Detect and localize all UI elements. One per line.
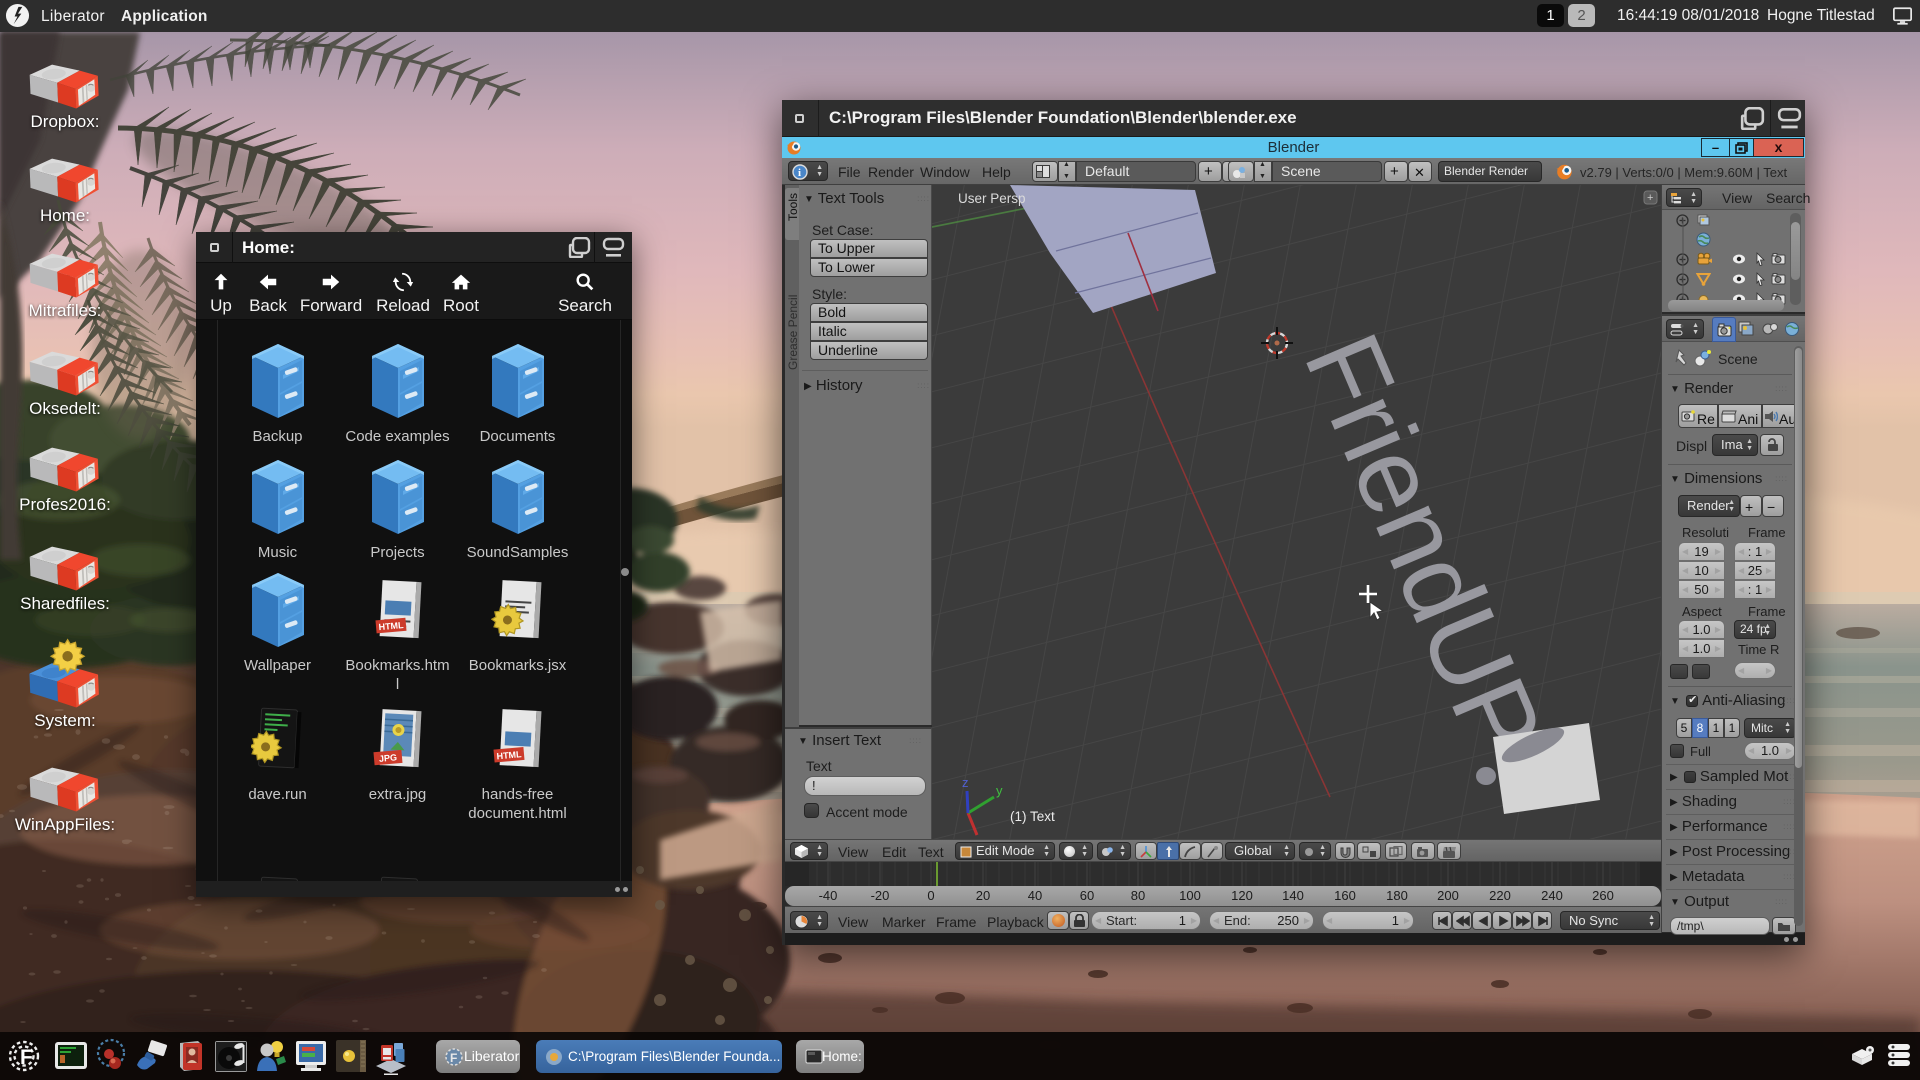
svg-text:y: y (996, 783, 1003, 798)
svg-text:z: z (962, 775, 969, 790)
svg-text:i: i (798, 167, 801, 179)
svg-text:F: F (20, 1046, 33, 1069)
svg-text:User Persp: User Persp (958, 191, 1026, 206)
svg-text:FriendUP: FriendUP (1282, 317, 1566, 773)
svg-text:(1) Text: (1) Text (1010, 809, 1055, 824)
svg-text:F: F (450, 1051, 457, 1065)
svg-text:JPG: JPG (379, 752, 398, 764)
svg-text:+: + (1647, 192, 1653, 204)
